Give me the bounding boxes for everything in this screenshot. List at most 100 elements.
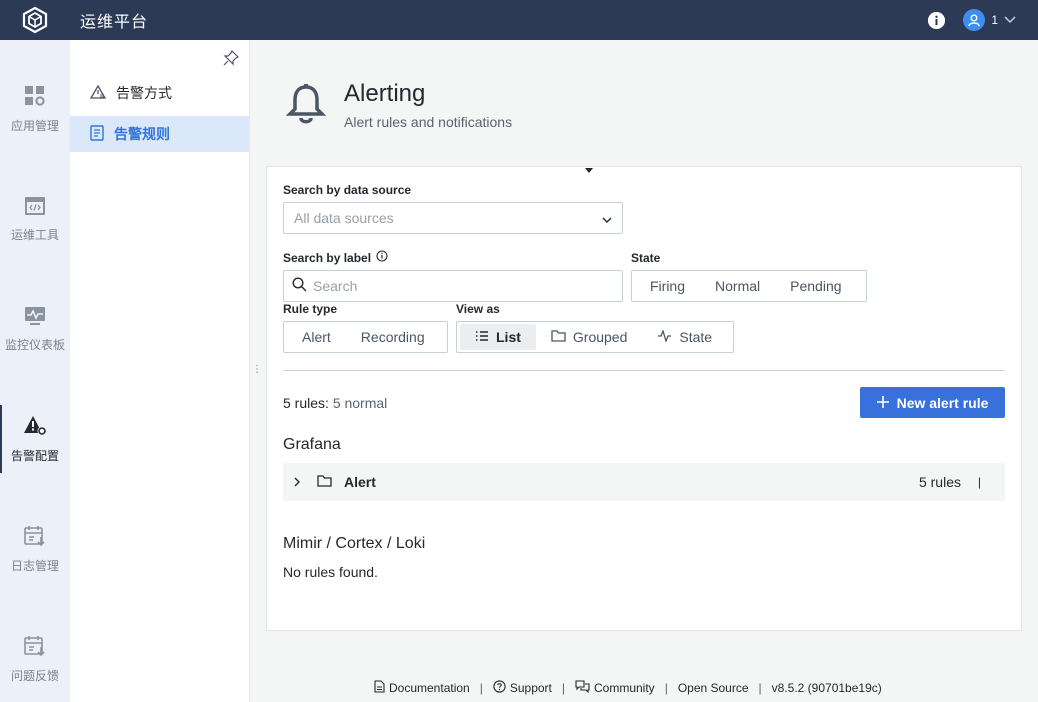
folder-icon [551, 329, 566, 345]
list-icon [475, 329, 489, 345]
pin-icon[interactable] [223, 49, 240, 69]
rail-label: 应用管理 [10, 118, 59, 133]
submenu-label: 告警规则 [114, 126, 170, 142]
state-label: State [631, 251, 661, 265]
cube-logo-icon[interactable] [0, 0, 70, 40]
rail-label: 运维工具 [10, 227, 59, 242]
heartbeat-icon [657, 329, 672, 345]
chevron-down-icon [1004, 13, 1016, 27]
bell-icon [285, 83, 327, 128]
submenu-item-alert-methods[interactable]: 告警方式 [70, 75, 249, 111]
footer-separator: | [479, 681, 483, 695]
submenu-label: 告警方式 [116, 85, 172, 101]
icon-rail: 应用管理 运维工具 监控仪表板 告警配置 日志管理 问题反馈 [0, 40, 70, 702]
rail-label: 问题反馈 [10, 668, 59, 683]
plus-icon [876, 395, 889, 411]
view-as-state[interactable]: State [642, 324, 727, 350]
state-option-normal[interactable]: Normal [700, 273, 775, 299]
page-subtitle: Alert rules and notifications [344, 114, 513, 130]
datasource-select[interactable]: All data sources [283, 202, 623, 234]
rule-type-filter: Alert Recording [283, 321, 448, 353]
grafana-heading: Grafana [283, 436, 341, 453]
view-as-list-label: List [496, 329, 521, 345]
folder-separator: | [977, 475, 981, 489]
rules-summary: 5 rules: 5 normal [283, 395, 387, 411]
document-icon [374, 680, 385, 696]
state-option-pending[interactable]: Pending [775, 273, 856, 299]
footer-label: Documentation [389, 681, 470, 695]
datasource-placeholder: All data sources [294, 210, 394, 226]
rules-list-icon [90, 124, 104, 144]
external-heading: Mimir / Cortex / Loki [283, 535, 426, 552]
rail-label: 日志管理 [10, 558, 59, 573]
new-alert-rule-button[interactable]: New alert rule [860, 387, 1005, 418]
folder-icon [317, 474, 332, 490]
footer-label: Community [594, 681, 655, 695]
alert-rules-card: Search by data source All data sources S… [266, 166, 1022, 631]
rail-item-alerting[interactable]: 告警配置 [0, 399, 70, 479]
divider [283, 370, 1005, 371]
comments-icon [575, 680, 590, 696]
apps-grid-icon [24, 85, 46, 107]
version-text: v8.5.2 (90701be19c) [771, 681, 882, 695]
no-rules-text: No rules found. [283, 564, 378, 580]
search-icon [292, 277, 307, 295]
alert-triangle-icon [89, 84, 107, 102]
panel-resize-handle[interactable]: ⋮ [252, 364, 262, 375]
rules-count: 5 rules: [283, 395, 329, 411]
rule-type-alert[interactable]: Alert [287, 324, 346, 350]
footer-open-source-link[interactable]: Open Source [678, 681, 749, 695]
label-search-input[interactable]: Search [283, 270, 623, 302]
info-icon[interactable] [928, 11, 946, 29]
calendar-download-icon [24, 525, 46, 547]
code-window-icon [24, 196, 46, 216]
rail-item-apps[interactable]: 应用管理 [0, 69, 70, 149]
submenu-item-alert-rules[interactable]: 告警规则 [70, 116, 249, 152]
rail-label: 告警配置 [10, 448, 59, 463]
rule-type-recording[interactable]: Recording [346, 324, 440, 350]
caret-down-icon [585, 168, 593, 173]
label-search-label: Search by label [283, 250, 388, 265]
info-circle-icon[interactable] [376, 250, 388, 265]
footer: Documentation | Support | Community | Op… [374, 680, 882, 696]
view-as-list[interactable]: List [460, 324, 536, 350]
rail-item-dashboards[interactable]: 监控仪表板 [0, 289, 70, 369]
footer-separator: | [758, 681, 762, 695]
state-filter: Firing Normal Pending [631, 270, 867, 302]
top-bar: 运维平台 1 [0, 0, 1038, 40]
app-title: 运维平台 [80, 14, 149, 31]
footer-support-link[interactable]: Support [493, 680, 552, 696]
view-as-toggle: List Grouped State [456, 321, 734, 353]
footer-documentation-link[interactable]: Documentation [374, 680, 470, 696]
rail-label: 监控仪表板 [4, 337, 65, 352]
alert-gear-icon [23, 415, 47, 437]
footer-label: Support [509, 681, 552, 695]
chevron-right-icon[interactable] [293, 474, 301, 490]
footer-separator: | [561, 681, 565, 695]
label-search-text: Search by label [283, 250, 372, 265]
page-header: Alerting Alert rules and notifications [285, 80, 513, 130]
footer-separator: | [664, 681, 668, 695]
view-as-grouped[interactable]: Grouped [536, 324, 642, 350]
monitor-pulse-icon [24, 306, 46, 326]
rules-status: 5 normal [332, 395, 388, 411]
footer-label: Open Source [677, 681, 749, 695]
rail-item-feedback[interactable]: 问题反馈 [0, 619, 70, 699]
calendar-feedback-icon [24, 635, 46, 657]
rail-item-logs[interactable]: 日志管理 [0, 509, 70, 589]
folder-name: Alert [344, 474, 376, 490]
question-circle-icon [493, 680, 506, 696]
view-as-label: View as [456, 302, 500, 316]
rail-item-tools[interactable]: 运维工具 [0, 179, 70, 259]
view-as-state-label: State [679, 329, 713, 345]
user-avatar-icon [963, 9, 986, 31]
rule-type-label: Rule type [283, 302, 338, 316]
user-menu[interactable]: 1 [963, 9, 1016, 31]
new-alert-rule-label: New alert rule [896, 394, 989, 411]
state-option-firing[interactable]: Firing [635, 273, 700, 299]
sub-menu: 告警方式 告警规则 [70, 40, 250, 702]
folder-row-alert[interactable]: Alert 5 rules | [283, 463, 1005, 501]
folder-rule-count: 5 rules [918, 474, 961, 490]
footer-community-link[interactable]: Community [575, 680, 655, 696]
view-as-grouped-label: Grouped [572, 329, 628, 345]
